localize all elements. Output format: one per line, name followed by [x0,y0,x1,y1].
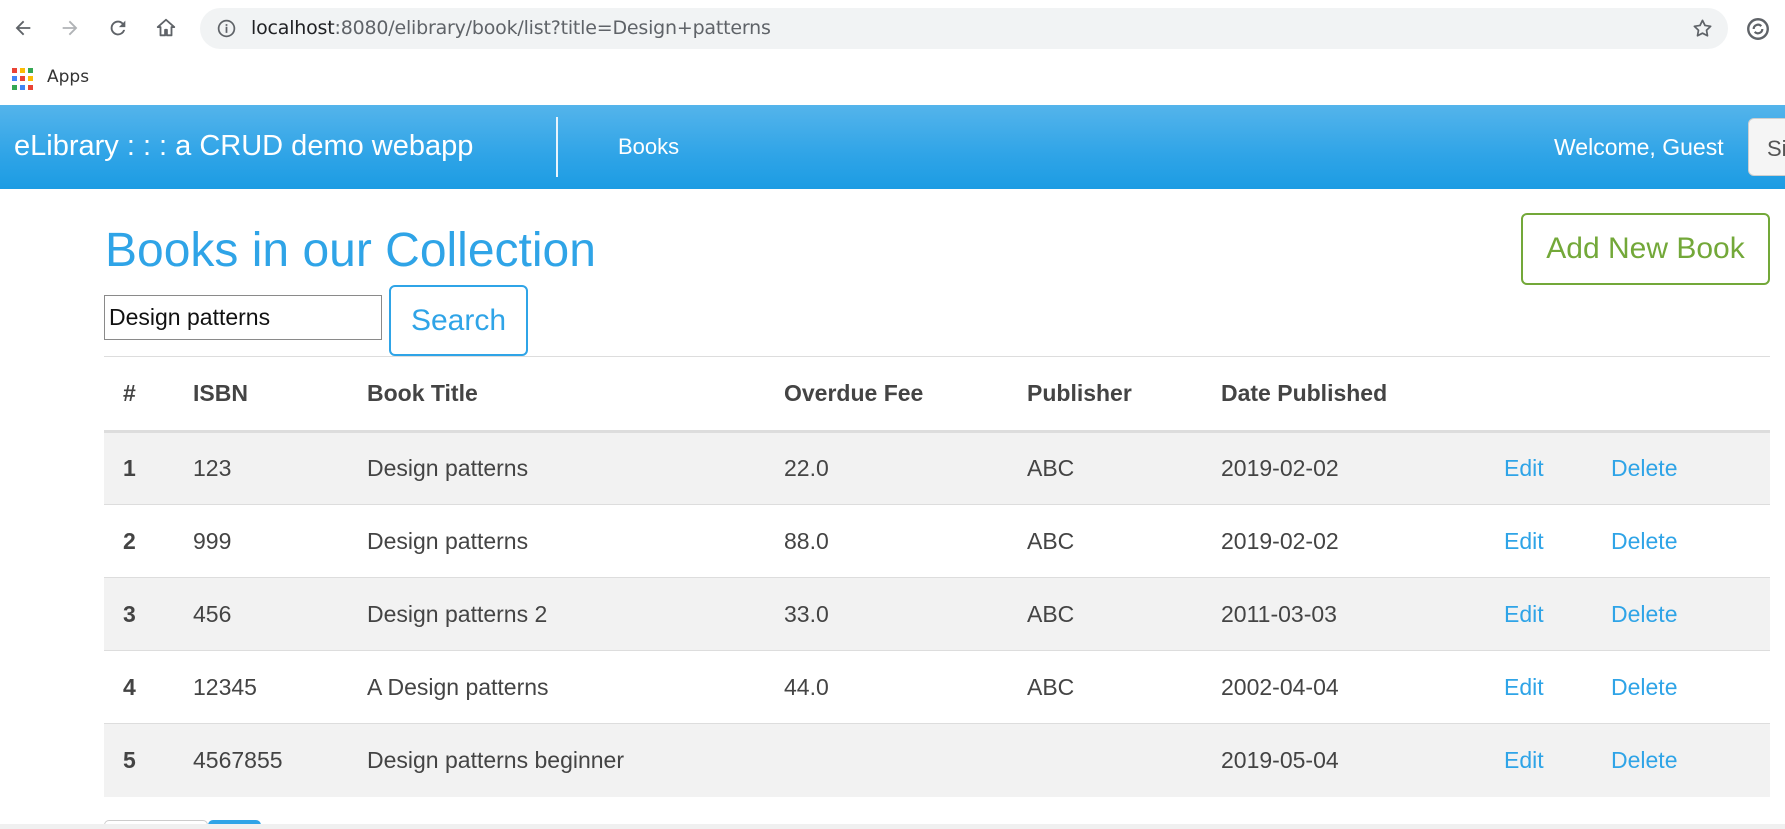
cell-isbn: 123 [174,431,348,505]
column-header-number: # [104,356,174,433]
reload-icon [110,20,126,36]
delete-link[interactable]: Delete [1592,650,1770,724]
cell-overdue-fee: 44.0 [765,650,1008,724]
cell-isbn: 4567855 [174,723,348,797]
cell-overdue-fee: 88.0 [765,504,1008,578]
row-number: 4 [104,650,174,724]
info-icon[interactable] [216,18,237,39]
delete-link[interactable]: Delete [1592,723,1770,797]
column-header-overdue-fee: Overdue Fee [765,356,1008,433]
row-number: 2 [104,504,174,578]
cell-title: A Design patterns [348,650,765,724]
column-header-edit [1485,356,1592,433]
table-row: 5 4567855 Design patterns beginner 2019-… [104,723,1770,797]
extension-icon[interactable] [1745,16,1771,42]
edit-link[interactable]: Edit [1485,431,1592,505]
brand-title[interactable]: eLibrary : : : a CRUD demo webapp [14,130,473,163]
edit-link[interactable]: Edit [1485,577,1592,651]
window-bottom-edge [0,824,1785,829]
table-header-row: # ISBN Book Title Overdue Fee Publisher … [104,356,1770,433]
back-icon [15,20,31,36]
add-new-book-button[interactable]: Add New Book [1521,213,1770,285]
cell-title: Design patterns [348,504,765,578]
navbar-divider [556,117,558,177]
cell-date-published: 2002-04-04 [1202,650,1485,724]
sign-in-button[interactable]: Si [1748,118,1785,176]
home-button[interactable] [151,13,181,43]
star-icon[interactable] [1691,17,1714,40]
apps-icon[interactable] [12,68,34,90]
url-text: localhost:8080/elibrary/book/list?title=… [251,17,771,39]
column-header-delete [1592,356,1770,433]
bookmarks-bar: Apps [0,58,1785,105]
column-header-publisher: Publisher [1008,356,1202,433]
reload-button[interactable] [103,13,133,43]
search-input[interactable] [104,295,382,340]
cell-title: Design patterns beginner [348,723,765,797]
address-bar[interactable]: localhost:8080/elibrary/book/list?title=… [200,8,1728,49]
welcome-text: Welcome, Guest [1554,134,1724,160]
column-header-title: Book Title [348,356,765,433]
edit-link[interactable]: Edit [1485,723,1592,797]
page-title: Books in our Collection [105,224,596,277]
nav-link-books[interactable]: Books [618,134,679,160]
search-button[interactable]: Search [389,285,528,356]
delete-link[interactable]: Delete [1592,577,1770,651]
home-icon [156,18,176,37]
back-button[interactable] [8,13,38,43]
cell-publisher [1008,723,1202,797]
cell-overdue-fee: 22.0 [765,431,1008,505]
table-row: 3 456 Design patterns 2 33.0 ABC 2011-03… [104,577,1770,651]
cell-publisher: ABC [1008,577,1202,651]
cell-date-published: 2011-03-03 [1202,577,1485,651]
cell-date-published: 2019-05-04 [1202,723,1485,797]
row-number: 3 [104,577,174,651]
cell-publisher: ABC [1008,431,1202,505]
table-row: 1 123 Design patterns 22.0 ABC 2019-02-0… [104,431,1770,505]
books-table: # ISBN Book Title Overdue Fee Publisher … [104,356,1770,797]
delete-link[interactable]: Delete [1592,431,1770,505]
table-row: 2 999 Design patterns 88.0 ABC 2019-02-0… [104,504,1770,578]
browser-toolbar: localhost:8080/elibrary/book/list?title=… [0,0,1785,58]
row-number: 1 [104,431,174,505]
column-header-date-published: Date Published [1202,356,1485,433]
cell-date-published: 2019-02-02 [1202,431,1485,505]
column-header-isbn: ISBN [174,356,348,433]
edit-link[interactable]: Edit [1485,650,1592,724]
cell-title: Design patterns 2 [348,577,765,651]
cell-isbn: 456 [174,577,348,651]
cell-publisher: ABC [1008,650,1202,724]
cell-overdue-fee: 33.0 [765,577,1008,651]
row-number: 5 [104,723,174,797]
app-navbar: eLibrary : : : a CRUD demo webapp Books … [0,105,1785,189]
cell-isbn: 12345 [174,650,348,724]
edit-link[interactable]: Edit [1485,504,1592,578]
cell-publisher: ABC [1008,504,1202,578]
table-row: 4 12345 A Design patterns 44.0 ABC 2002-… [104,650,1770,724]
cell-title: Design patterns [348,431,765,505]
forward-button[interactable] [55,13,85,43]
delete-link[interactable]: Delete [1592,504,1770,578]
forward-icon [62,20,78,36]
cell-isbn: 999 [174,504,348,578]
cell-date-published: 2019-02-02 [1202,504,1485,578]
cell-overdue-fee [765,723,1008,797]
apps-bookmark[interactable]: Apps [47,67,89,87]
